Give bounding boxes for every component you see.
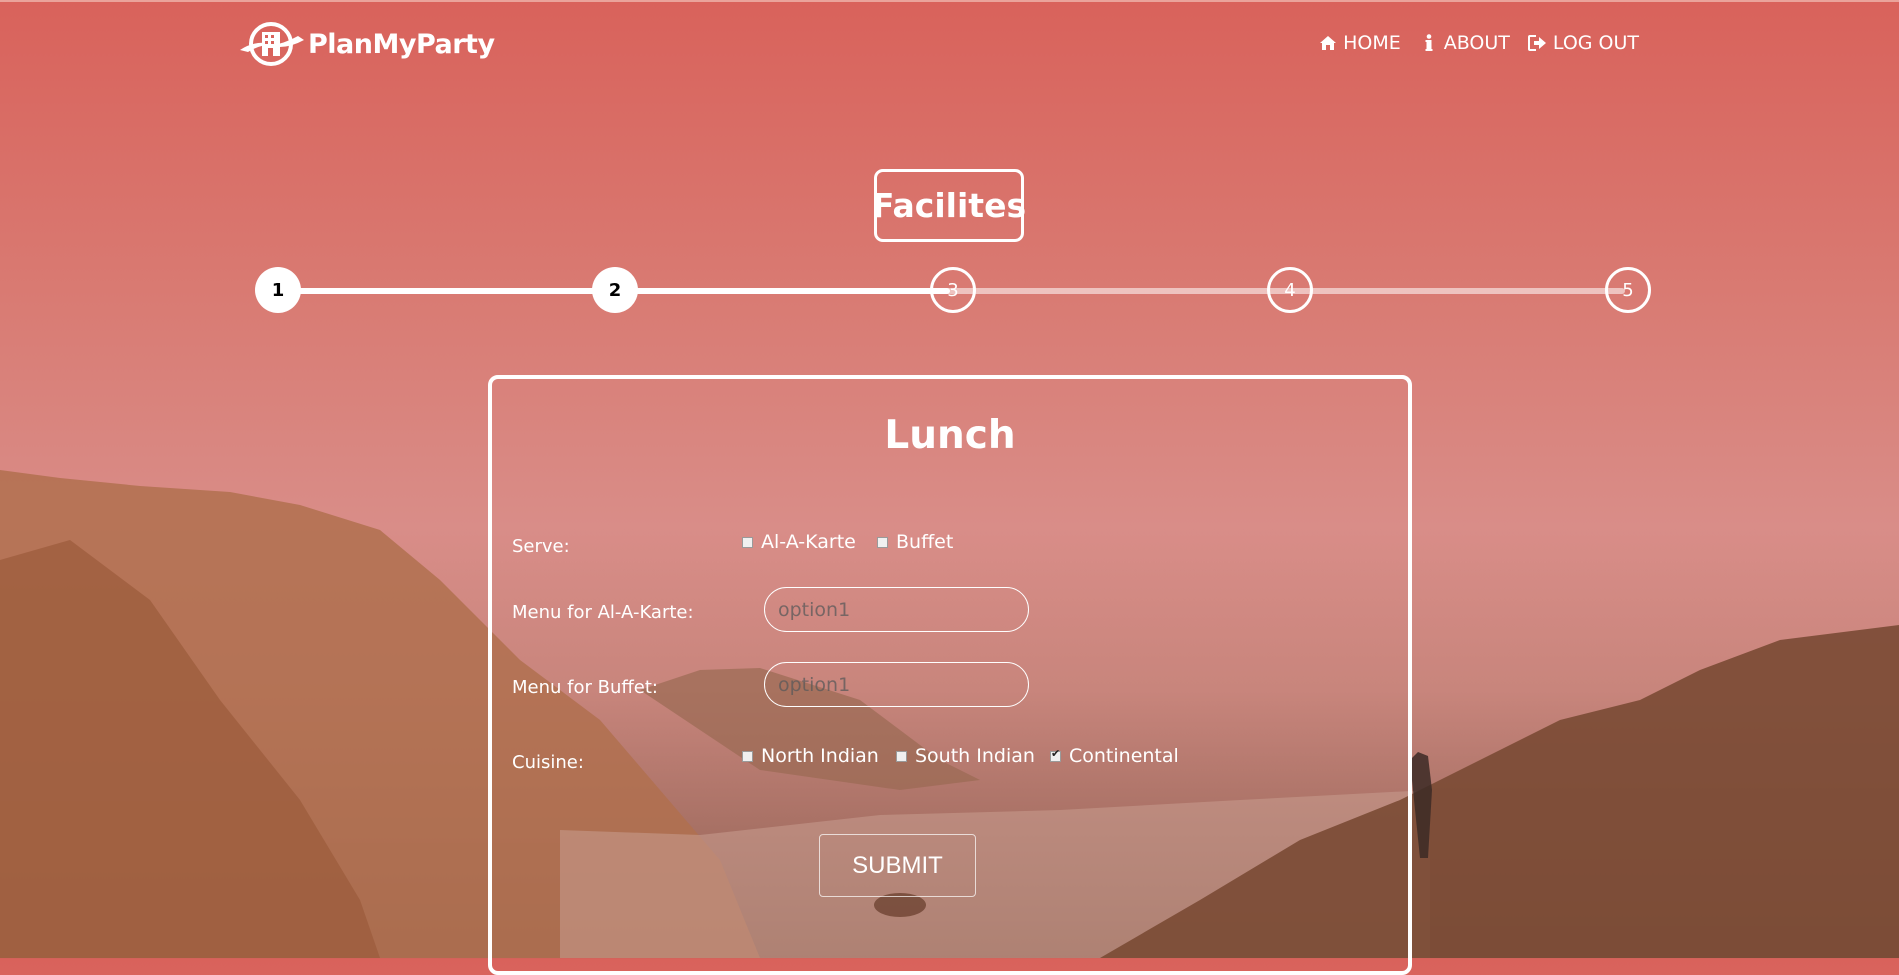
continental-option-label: Continental <box>1069 745 1179 767</box>
cuisine-north-indian-checkbox[interactable]: North Indian <box>742 745 879 767</box>
menu-buffet-input[interactable]: option1 <box>764 662 1029 707</box>
buffet-option-label: Buffet <box>896 531 954 553</box>
serve-alacarte-checkbox[interactable]: Al-A-Karte <box>742 531 856 553</box>
alacarte-checkbox-box[interactable] <box>742 536 753 548</box>
step-2[interactable]: 2 <box>592 267 638 313</box>
cuisine-south-indian-checkbox[interactable]: South Indian <box>896 745 1035 767</box>
north-indian-option-label: North Indian <box>761 745 879 767</box>
app-logo[interactable]: PlanMyParty <box>238 20 495 68</box>
nav-home-label: HOME <box>1343 32 1401 54</box>
continental-checkbox-box[interactable] <box>1050 747 1061 762</box>
step-4[interactable]: 4 <box>1267 267 1313 313</box>
north-indian-checkbox-box[interactable] <box>742 750 753 762</box>
form-title: Lunch <box>884 413 1016 458</box>
top-navigation: HOME ABOUT LOG OUT <box>1318 32 1639 54</box>
lunch-form-card: Lunch Serve: Al-A-Karte Buffet Menu for … <box>488 375 1412 975</box>
submit-button[interactable]: SUBMIT <box>819 834 976 897</box>
wizard-step-title: Facilites <box>872 169 1026 242</box>
top-border <box>0 0 1899 2</box>
info-icon <box>1419 33 1439 53</box>
building-logo-icon <box>240 22 304 66</box>
buffet-checkbox-box[interactable] <box>877 536 888 548</box>
nav-logout-label: LOG OUT <box>1552 32 1639 54</box>
logout-icon <box>1528 33 1548 53</box>
menu-buffet-label: Menu for Buffet: <box>512 677 658 698</box>
menu-alacarte-input[interactable]: option1 <box>764 587 1029 632</box>
south-indian-option-label: South Indian <box>915 745 1035 767</box>
south-indian-checkbox-box[interactable] <box>896 750 907 762</box>
nav-logout-link[interactable]: LOG OUT <box>1528 32 1639 54</box>
serve-buffet-checkbox[interactable]: Buffet <box>877 531 953 553</box>
cuisine-continental-checkbox[interactable]: Continental <box>1050 745 1179 767</box>
menu-alacarte-label: Menu for Al-A-Karte: <box>512 602 694 623</box>
serve-label: Serve: <box>512 536 570 557</box>
nav-about-link[interactable]: ABOUT <box>1419 32 1510 54</box>
app-name: PlanMyParty <box>308 28 495 60</box>
step-5[interactable]: 5 <box>1605 267 1651 313</box>
cuisine-label: Cuisine: <box>512 752 584 773</box>
step-1[interactable]: 1 <box>255 267 301 313</box>
wizard-progress-bar: 1 2 3 4 5 <box>255 267 1651 315</box>
nav-about-label: ABOUT <box>1443 32 1510 54</box>
alacarte-option-label: Al-A-Karte <box>761 531 856 553</box>
step-3[interactable]: 3 <box>930 267 976 313</box>
home-icon <box>1318 33 1338 53</box>
nav-home-link[interactable]: HOME <box>1318 32 1401 54</box>
